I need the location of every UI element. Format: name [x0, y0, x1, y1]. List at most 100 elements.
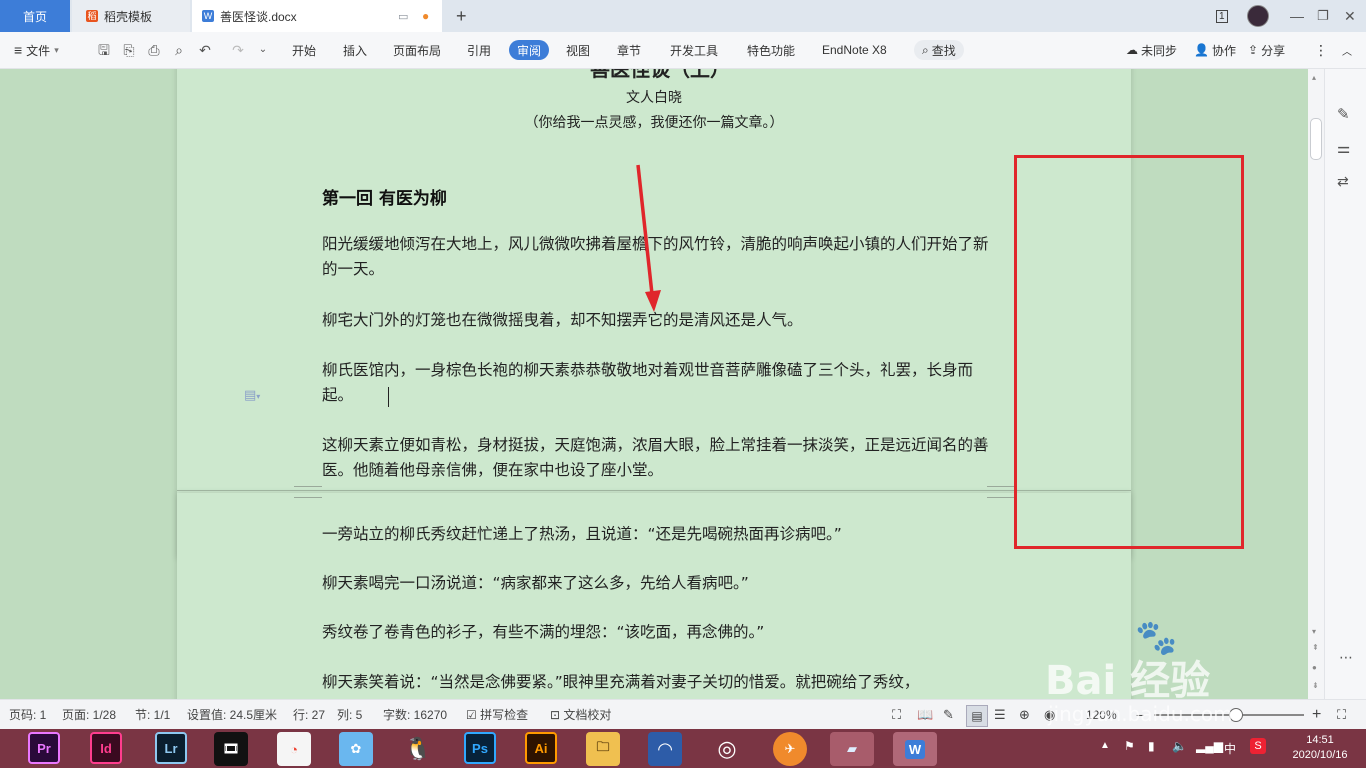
print-icon[interactable]: ⎙ [145, 41, 163, 59]
save-icon[interactable]: 🖫 [95, 41, 113, 59]
menu-chapter[interactable]: 章节 [617, 32, 641, 68]
panel-more-icon[interactable]: ⋯ [1339, 649, 1353, 666]
status-section[interactable]: 节: 1/1 [135, 700, 170, 730]
adjust-sliders-icon[interactable]: ⚌ [1337, 139, 1350, 157]
tab-home[interactable]: 首页 [0, 0, 70, 32]
prev-page-icon[interactable]: ⇞ [1312, 643, 1319, 652]
status-page-num[interactable]: 页码: 1 [9, 700, 46, 730]
next-page-icon[interactable]: ⇟ [1312, 681, 1319, 690]
web-view-icon[interactable]: ⊕ [1019, 700, 1030, 730]
illustrator-app-icon[interactable]: Ai [525, 732, 557, 764]
print-preview-icon[interactable]: ⌕ [170, 41, 188, 59]
file-menu[interactable]: ≡ 文件 ▾ [14, 32, 59, 68]
fit-page-icon[interactable]: ⛶ [1337, 700, 1346, 730]
page-view-icon[interactable]: ▤ [966, 705, 988, 727]
format-painter-icon[interactable]: ⎘ [120, 41, 138, 59]
outline-view-icon[interactable]: ☰ [994, 700, 1006, 730]
clock-date: 2020/10/16 [1292, 749, 1348, 761]
menu-features[interactable]: 特色功能 [747, 32, 795, 68]
action-center-flag-icon[interactable]: ⚑ [1124, 739, 1135, 753]
menu-developer[interactable]: 开发工具 [670, 32, 718, 68]
wps-app-icon[interactable]: W [893, 732, 937, 766]
feiniu-app-icon[interactable]: ✈ [773, 732, 807, 766]
chrome-app-icon[interactable]: ◎ [710, 732, 744, 766]
undo-icon[interactable]: ↶ [196, 41, 214, 59]
select-browse-icon[interactable]: ● [1312, 663, 1317, 672]
daoke-logo-icon: 稻 [86, 10, 98, 22]
qq-app-icon[interactable]: 🐧 [401, 732, 435, 766]
redo-icon[interactable]: ↷ [229, 41, 247, 59]
indesign-app-icon[interactable]: Id [90, 732, 122, 764]
sync-button[interactable]: ☁ 未同步 [1126, 32, 1177, 68]
status-setting[interactable]: 设置值: 24.5厘米 [187, 700, 277, 730]
share-button[interactable]: ⇪ 分享 [1248, 32, 1285, 68]
read-mode-icon[interactable]: 📖 [917, 700, 933, 730]
tab-template[interactable]: 稻 稻壳模板 [72, 0, 190, 32]
more-options-icon[interactable]: ⋮ [1314, 32, 1328, 68]
lightroom-app-icon[interactable]: Lr [155, 732, 187, 764]
menu-features-label: 特色功能 [747, 43, 796, 58]
vertical-scrollbar[interactable]: ▴ ▾ ⇞ ● ⇟ [1308, 69, 1324, 699]
menu-view[interactable]: 视图 [566, 32, 590, 68]
menu-references[interactable]: 引用 [467, 32, 491, 68]
hamburger-icon: ≡ [14, 42, 23, 58]
restore-icon[interactable]: ❐ [1317, 0, 1333, 32]
share-label: 分享 [1261, 43, 1286, 58]
photoshop-app-icon[interactable]: Ps [464, 732, 496, 764]
status-word-count[interactable]: 字数: 16270 [383, 700, 447, 730]
close-icon[interactable]: ✕ [1344, 0, 1360, 32]
paragraph-marker-icon[interactable]: ▤▾ [244, 387, 260, 403]
scroll-down-icon[interactable]: ▾ [1312, 627, 1316, 636]
avatar[interactable] [1247, 0, 1269, 32]
collab-button[interactable]: 👤 协作 [1194, 32, 1236, 68]
ribbon-toolbar: ≡ 文件 ▾ 🖫 ⎘ ⎙ ⌕ ↶ ↷ ⌄ 开始 插入 页面布局 引用 审阅 视图… [0, 32, 1366, 69]
menu-home[interactable]: 开始 [292, 32, 316, 68]
scrollbar-thumb[interactable] [1310, 118, 1322, 160]
menu-page-layout[interactable]: 页面布局 [393, 32, 441, 68]
text-cursor [388, 387, 389, 407]
window-count-icon[interactable]: 1 [1216, 0, 1236, 32]
scroll-up-icon[interactable]: ▴ [1312, 73, 1316, 82]
edit-pen-icon[interactable]: ✎ [1337, 105, 1350, 123]
fullscreen-icon[interactable]: ⛶ [892, 700, 901, 730]
premiere-app-icon[interactable]: Pr [28, 732, 60, 764]
right-side-panel: ✎ ⚌ ⇄ ⋯ [1324, 69, 1366, 699]
battery-icon[interactable]: ▮ [1148, 739, 1155, 753]
status-row[interactable]: 行: 27 [293, 700, 325, 730]
user-icon: 👤 [1194, 43, 1209, 57]
write-mode-icon[interactable]: ✎ [943, 700, 954, 730]
menu-review[interactable]: 审阅 [509, 40, 550, 60]
collapse-ribbon-icon[interactable]: ︿ [1342, 32, 1352, 68]
tab-document[interactable]: W 善医怪谈.docx ▭ ● [192, 0, 442, 32]
notes-app-icon[interactable]: ▰ [830, 732, 874, 766]
menu-insert[interactable]: 插入 [343, 32, 367, 68]
doc-proof-button[interactable]: ⊡ 文档校对 [550, 700, 611, 730]
ime-indicator[interactable]: 中 [1224, 740, 1236, 757]
chevron-down-icon: ▾ [54, 44, 59, 55]
file-explorer-app-icon[interactable]: 🗀 [586, 732, 620, 766]
find-button[interactable]: ⌕ 查找 [914, 40, 964, 60]
translate-icon[interactable]: ⇄ [1337, 173, 1349, 190]
status-col[interactable]: 列: 5 [337, 700, 362, 730]
quick-access-more-icon[interactable]: ⌄ [254, 41, 272, 59]
browser-360-app-icon[interactable]: ◔ [277, 732, 311, 766]
spell-check-button[interactable]: ☑ 拼写检查 [466, 700, 528, 730]
zoom-in-icon[interactable]: + [1312, 700, 1321, 730]
paragraph: 阳光缓缓地倾泻在大地上，风儿微微吹拂着屋檐下的风竹铃，清脆的响声唤起小镇的人们开… [322, 235, 989, 278]
new-tab-plus-icon[interactable]: + [456, 0, 476, 32]
video-editor-app-icon[interactable]: 🎞 [214, 732, 248, 766]
sogou-ime-icon[interactable]: S [1250, 738, 1266, 754]
network-icon[interactable]: ▂▄▆ [1196, 739, 1223, 753]
minimize-icon[interactable]: — [1290, 0, 1306, 32]
tray-expand-icon[interactable]: ▲ [1100, 740, 1110, 751]
clock[interactable]: 14:51 2020/10/16 [1288, 733, 1352, 763]
status-page[interactable]: 页面: 1/28 [62, 700, 116, 730]
messenger-app-icon[interactable]: ✿ [339, 732, 373, 766]
document-subtitle: （你给我一点灵感，我便还你一篇文章。） [524, 115, 784, 131]
edge-app-icon[interactable]: ◠ [648, 732, 682, 766]
baidu-paw-icon: 🐾 [1135, 619, 1178, 657]
doc-proof-label: 文档校对 [563, 708, 612, 722]
menu-endnote[interactable]: EndNote X8 [822, 32, 887, 68]
monitor-icon[interactable]: ▭ [398, 10, 408, 23]
volume-icon[interactable]: 🔈 [1172, 739, 1187, 753]
